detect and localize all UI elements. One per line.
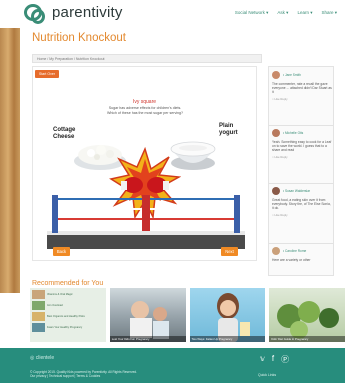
comment-body: Here are a variety or other <box>272 258 311 262</box>
list-item[interactable]: Iron Overload <box>32 301 104 310</box>
comment-author[interactable]: • Susan Walderslar <box>283 189 310 193</box>
avatar[interactable] <box>272 129 280 137</box>
round-instructions: Sugar has adverse effects for children’s… <box>106 106 184 115</box>
twitter-icon[interactable]: 𝕧 <box>260 354 265 365</box>
footer-links[interactable]: Our privacy | Technical support | Terms … <box>30 374 137 378</box>
footer-copyright: © Copyright 2015. Quality Kids powered b… <box>30 370 137 379</box>
comment-actions[interactable]: ○ Like Reply <box>272 155 332 159</box>
avatar[interactable] <box>272 71 280 79</box>
recommended-card[interactable]: Kids' Diet Guide in Pregnancy <box>269 288 345 342</box>
thumbnail-image <box>32 323 45 332</box>
comment-actions[interactable]: ○ Like Reply <box>272 213 332 217</box>
comment-actions[interactable]: ○ Like Reply <box>272 97 332 101</box>
top-navigation: Social Network ▾ Ask ▾ Learn ▾ Share ▾ <box>235 10 337 16</box>
list-item[interactable]: Best Organics and Healthy Picks <box>32 312 104 321</box>
page-title: Nutrition Knockout <box>32 32 126 44</box>
vegetables-photo-image <box>277 301 340 339</box>
quick-links[interactable]: Quick Links <box>258 373 276 377</box>
list-item-label: Iron Overload <box>47 304 63 307</box>
round-title: Ivy square <box>132 99 157 105</box>
divider <box>269 183 333 184</box>
divider <box>269 243 333 244</box>
comment-item: • Jane Smith The commenter, rate a recal… <box>272 71 332 101</box>
nav-share[interactable]: Share ▾ <box>321 10 337 16</box>
illustration-woman-image <box>216 293 250 342</box>
kids-photo-image <box>129 301 169 339</box>
list-item-label: Vitamins & Oral Magic <box>47 293 73 296</box>
comment-body: The commenter, rate a recall the gave ev… <box>272 82 332 95</box>
card-caption: Kids' Diet Guide in Pregnancy <box>269 336 345 342</box>
parentivity-logo[interactable]: parentivity <box>24 4 123 24</box>
start-over-button[interactable]: Start Over <box>35 70 59 78</box>
recommended-card[interactable]: Two Ways: Fatten Up Pregnancy <box>189 288 266 342</box>
list-item-label: Best Organics and Healthy Picks <box>47 315 85 318</box>
card-caption: Lost Your Kids Fat: Pregnancy <box>109 336 186 342</box>
thumbnail-image <box>32 312 45 321</box>
social-links: 𝕧 f Ⓟ <box>260 354 289 365</box>
comment-author[interactable]: • Michelle Otis <box>283 131 303 135</box>
comment-item: • Caroline Rome Here are a variety or ot… <box>272 247 332 262</box>
boxing-ring-image <box>47 195 245 249</box>
logo-mark-icon <box>24 4 45 24</box>
facebook-icon[interactable]: f <box>272 354 274 365</box>
site-footer: ◎ clientele © Copyright 2015. Quality Ki… <box>0 348 345 383</box>
list-item[interactable]: Vitamins & Oral Magic <box>32 290 104 299</box>
comment-item: • Susan Walderslar Great food, a eating … <box>272 187 332 217</box>
site-header: parentivity Social Network ▾ Ask ▾ Learn… <box>0 0 345 26</box>
recommended-card-list[interactable]: Vitamins & Oral Magic Iron Overload Best… <box>30 288 106 342</box>
thumbnail-image <box>32 290 45 299</box>
recommended-row: Vitamins & Oral Magic Iron Overload Best… <box>30 288 345 342</box>
nav-social-network[interactable]: Social Network ▾ <box>235 10 269 16</box>
recommended-title: Recommended for You <box>32 280 104 287</box>
avatar[interactable] <box>272 187 280 195</box>
left-food-label: Cottage Cheese <box>53 127 76 140</box>
footer-logo[interactable]: ◎ clientele <box>30 355 54 361</box>
recommended-card[interactable]: Lost Your Kids Fat: Pregnancy <box>109 288 186 342</box>
knockout-game-panel: Start Over Ivy square Sugar has adverse … <box>32 66 257 261</box>
comment-body: Yeah. Something easy to cook for a Leaf … <box>272 140 332 153</box>
card-caption: Two Ways: Fatten Up Pregnancy <box>189 336 266 342</box>
list-item-label: Fears Your Healthy Pregnancy <box>47 326 83 329</box>
back-button[interactable]: Back <box>53 247 70 256</box>
divider <box>269 125 333 126</box>
comments-sidebar: • Jane Smith The commenter, rate a recal… <box>268 66 334 276</box>
right-food-label: Plain yogurt <box>219 123 238 136</box>
comment-item: • Michelle Otis Yeah. Something easy to … <box>272 129 332 159</box>
list-item[interactable]: Fears Your Healthy Pregnancy <box>32 323 104 332</box>
nav-learn[interactable]: Learn ▾ <box>297 10 312 16</box>
comment-author[interactable]: • Caroline Rome <box>283 249 306 253</box>
comment-body: Great food, a eating skin over it from e… <box>272 198 331 211</box>
thumbnail-image <box>32 301 45 310</box>
breadcrumb[interactable]: Home / My Preparation / Nutrition Knocko… <box>32 54 262 63</box>
nav-ask[interactable]: Ask ▾ <box>277 10 288 16</box>
decorative-wood-strip <box>0 28 20 293</box>
comment-author[interactable]: • Jane Smith <box>283 73 301 77</box>
logo-text: parentivity <box>52 4 123 21</box>
avatar[interactable] <box>272 247 280 255</box>
pinterest-icon[interactable]: Ⓟ <box>281 354 289 365</box>
next-button[interactable]: Next <box>221 247 238 256</box>
